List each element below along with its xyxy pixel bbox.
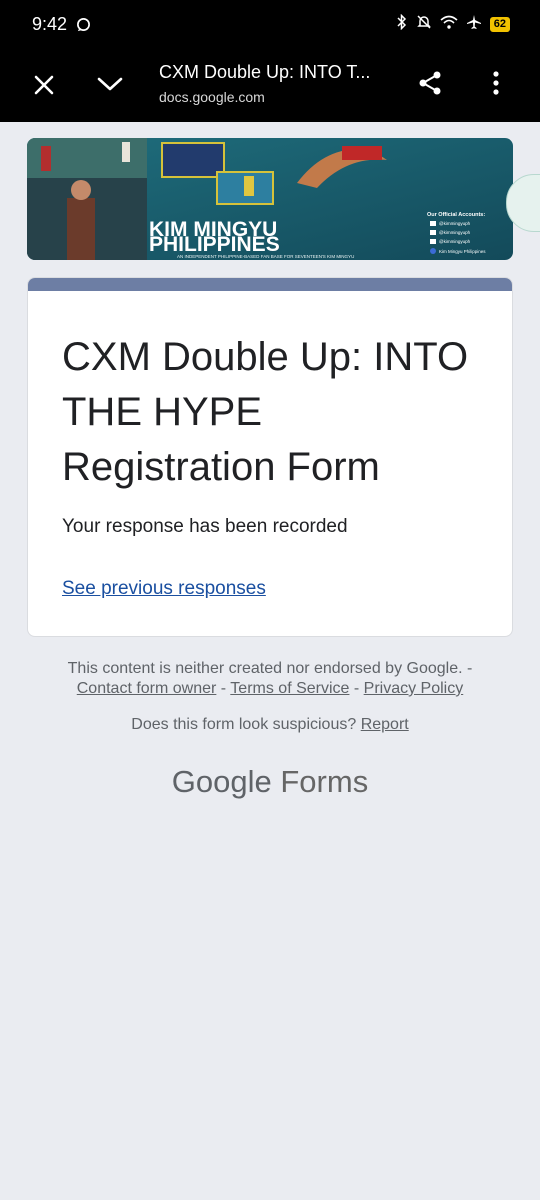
footer-separator: -	[349, 680, 364, 697]
google-forms-logo[interactable]: Google Forms	[0, 764, 540, 800]
see-previous-responses-link[interactable]: See previous responses	[62, 578, 266, 600]
banner-account-facebook: Kim Mingyu Philippines	[439, 249, 486, 254]
footer-links: Contact form owner - Terms of Service - …	[0, 680, 540, 698]
banner-account-x: @kimmingyuph	[439, 221, 471, 226]
share-icon[interactable]	[416, 69, 444, 102]
form-title: CXM Double Up: INTO THE HYPE Registratio…	[62, 335, 469, 489]
banner-tagline: AN INDEPENDENT PHILIPPINE-BASED FAN BASE…	[177, 254, 354, 259]
terms-of-service-link[interactable]: Terms of Service	[230, 680, 349, 697]
status-bar: 9:42 62	[0, 0, 540, 50]
status-time: 9:42	[32, 14, 68, 34]
bell-off-icon	[416, 14, 432, 35]
footer-disclaimer: This content is neither created nor endo…	[67, 660, 473, 677]
message-icon	[76, 17, 91, 37]
more-vert-icon[interactable]	[485, 69, 507, 102]
suspicious-form-line: Does this form look suspicious? Report	[0, 716, 540, 734]
confirmation-card: CXM Double Up: INTO THE HYPE Registratio…	[27, 277, 513, 637]
banner-accounts-heading: Our Official Accounts:	[427, 212, 485, 218]
page-title[interactable]: CXM Double Up: INTO T...	[159, 62, 370, 83]
banner-account-instagram: @kimmingyuph	[439, 230, 471, 235]
privacy-policy-link[interactable]: Privacy Policy	[364, 680, 464, 697]
contact-form-owner-link[interactable]: Contact form owner	[77, 680, 217, 697]
battery-icon: 62	[489, 17, 510, 32]
report-link[interactable]: Report	[361, 716, 409, 733]
close-icon[interactable]	[31, 72, 57, 103]
page-url[interactable]: docs.google.com	[159, 89, 265, 105]
suspicious-form-text: Does this form look suspicious?	[131, 716, 357, 733]
footer-separator: -	[216, 680, 231, 697]
bluetooth-icon	[396, 13, 408, 35]
banner-account-tiktok: @kimmingyuph	[439, 239, 471, 244]
google-wordmark: Google	[171, 764, 272, 799]
card-accent-bar	[28, 278, 512, 291]
wifi-icon	[440, 15, 458, 34]
form-header-banner: KIM MINGYU PHILIPPINES AN INDEPENDENT PH…	[27, 138, 513, 260]
chevron-down-icon[interactable]	[96, 74, 124, 99]
browser-toolbar: CXM Double Up: INTO T... docs.google.com	[0, 50, 540, 122]
status-icons: 62	[396, 13, 510, 35]
banner-brand-line2: PHILIPPINES	[149, 233, 280, 256]
forms-wordmark: Forms	[280, 764, 369, 799]
airplane-icon	[466, 14, 482, 35]
response-recorded-message: Your response has been recorded	[62, 516, 348, 537]
